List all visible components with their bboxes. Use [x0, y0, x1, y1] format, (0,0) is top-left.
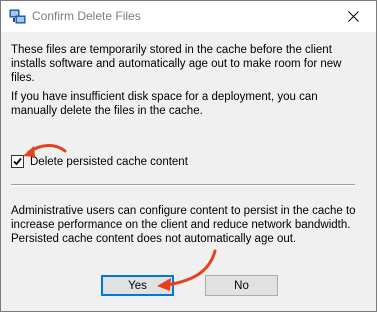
yes-button[interactable]: Yes: [101, 275, 174, 296]
persisted-info-text: Administrative users can configure conte…: [11, 205, 356, 245]
close-button[interactable]: [330, 1, 376, 32]
confirm-delete-dialog: Confirm Delete Files These files are tem…: [0, 0, 377, 312]
title-bar[interactable]: Confirm Delete Files: [1, 1, 376, 32]
delete-persisted-checkbox-row[interactable]: Delete persisted cache content: [11, 155, 188, 168]
no-button[interactable]: No: [205, 275, 278, 296]
delete-persisted-label[interactable]: Delete persisted cache content: [30, 156, 188, 168]
separator: [11, 184, 355, 186]
window-title: Confirm Delete Files: [32, 9, 141, 23]
computer-network-icon: [9, 9, 26, 24]
cache-info-text: These files are temporarily stored in th…: [11, 44, 342, 84]
disk-space-text: If you have insufficient disk space for …: [11, 91, 318, 117]
checkmark-icon: [13, 157, 22, 166]
close-icon: [347, 11, 359, 22]
delete-persisted-checkbox[interactable]: [11, 155, 24, 168]
dialog-body: These files are temporarily stored in th…: [1, 32, 376, 311]
